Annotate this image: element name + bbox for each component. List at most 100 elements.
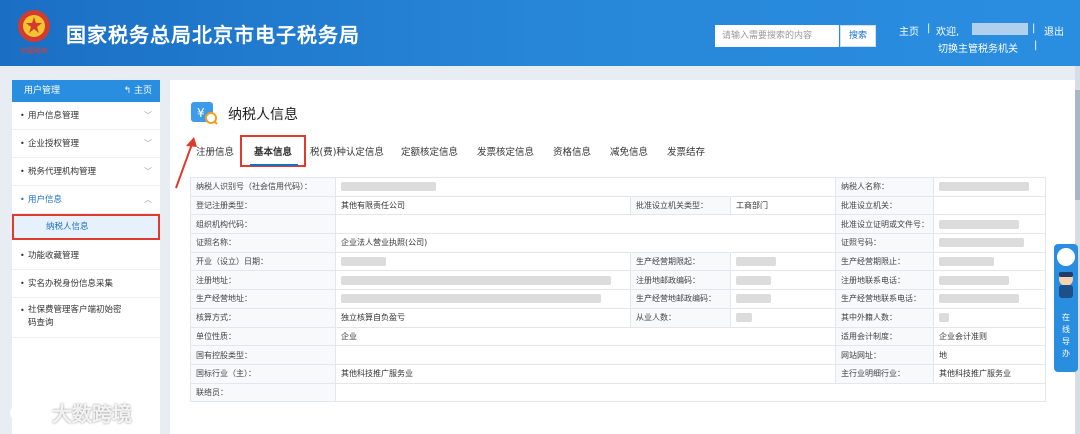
chevron-up-icon: ︿ <box>144 195 152 204</box>
redacted-value <box>736 294 771 304</box>
main-panel: ¥ 纳税人信息 注册信息 基本信息 税(费)种认定信息 定额核定信息 发票核定信… <box>170 80 1075 434</box>
field-value: 其他科技推广服务业 <box>334 363 837 384</box>
redacted-value <box>939 238 1025 248</box>
field-value <box>933 307 1047 328</box>
table-row: 单位性质： 企业 适用会计制度： 企业会计准则 <box>190 326 1047 347</box>
search-button[interactable]: 搜索 <box>840 25 876 47</box>
field-label: 从业人数： <box>630 307 731 328</box>
sidebar-item-favorites[interactable]: • 功能收藏管理 <box>12 242 160 270</box>
field-label: 证照号码： <box>835 233 935 253</box>
tab-exemption[interactable]: 减免信息 <box>610 144 648 158</box>
tab-tax-type[interactable]: 税(费)种认定信息 <box>310 144 384 158</box>
field-label: 主行业明细行业： <box>835 363 935 384</box>
svg-text:¥: ¥ <box>197 106 205 120</box>
field-label: 组织机构代码： <box>190 214 336 235</box>
field-label: 注册地邮政编码： <box>630 270 731 291</box>
table-row: 开业（设立）日期： 生产经营期限起： 生产经营期限止： <box>190 251 1047 272</box>
bullet-icon: • <box>20 279 25 288</box>
redacted-value <box>939 182 1030 192</box>
logout-link[interactable]: 退出 <box>1044 23 1064 38</box>
tab-qualification[interactable]: 资格信息 <box>553 144 591 158</box>
field-value <box>933 289 1047 309</box>
redacted-value <box>736 313 752 323</box>
sidebar-item-user-info[interactable]: • 用户信息 ︿ <box>12 186 160 214</box>
table-row: 组织机构代码： 批准设立证明或文件号： <box>190 214 1047 235</box>
tab-invoice-balance[interactable]: 发票结存 <box>667 144 705 158</box>
home-link[interactable]: 主页 <box>899 23 919 38</box>
bullet-icon: • <box>20 111 25 120</box>
tab-registration[interactable]: 注册信息 <box>196 144 234 158</box>
sidebar-item-enterprise-auth[interactable]: • 企业授权管理 ﹀ <box>12 130 160 158</box>
float-label: 导 <box>1062 337 1070 346</box>
sidebar-item-label: 企业授权管理 <box>28 139 80 149</box>
field-label: 登记注册类型： <box>190 195 336 216</box>
field-value <box>334 177 837 197</box>
scrollbar-thumb[interactable] <box>1075 90 1080 200</box>
field-label: 生产经营地邮政编码： <box>630 289 731 309</box>
redacted-value <box>341 294 601 304</box>
field-label: 证照名称： <box>190 233 336 253</box>
page-title: 纳税人信息 <box>228 107 298 123</box>
field-value <box>933 195 1047 216</box>
field-label: 批准设立机关类型： <box>630 195 731 216</box>
sidebar-item-tax-agency[interactable]: • 税务代理机构管理 ﹀ <box>12 158 160 186</box>
table-row: 注册地址： 注册地邮政编码： 注册地联系电话： <box>190 270 1047 291</box>
sidebar-header: 用户管理 ↰ 主页 <box>12 80 160 102</box>
field-label: 生产经营期限止： <box>835 251 935 272</box>
sidebar-item-label: 实名办税身份信息采集 <box>28 279 114 289</box>
field-label: 单位性质： <box>190 326 336 347</box>
chevron-down-icon: ﹀ <box>144 167 152 176</box>
username-redacted <box>972 23 1028 35</box>
bullet-icon: • <box>20 306 25 315</box>
field-value <box>933 251 1047 272</box>
back-arrow-icon: ↰ <box>123 86 132 96</box>
tab-quota[interactable]: 定额核定信息 <box>401 144 458 158</box>
table-row: 核算方式： 独立核算自负盈亏 从业人数： 其中外籍人数： <box>190 307 1047 328</box>
field-value: 其他科技推广服务业 <box>933 363 1047 384</box>
field-label: 核算方式： <box>190 307 336 328</box>
field-value <box>334 382 1047 403</box>
field-label: 生产经营地址： <box>190 289 336 309</box>
redacted-value <box>939 219 1020 229</box>
field-value <box>335 251 631 272</box>
sidebar-item-label: 用户信息 <box>28 195 63 205</box>
table-row: 登记注册类型： 其他有限责任公司 批准设立机关类型： 工商部门 批准设立机关： <box>190 195 1047 216</box>
tax-emblem-icon: 中国税务 <box>18 10 50 55</box>
redacted-value <box>736 257 776 267</box>
field-value <box>933 177 1047 197</box>
field-value: 地 <box>933 345 1047 365</box>
sidebar-item-label: 税务代理机构管理 <box>28 167 97 177</box>
field-value <box>335 270 631 291</box>
field-value: 企业会计准则 <box>933 326 1047 347</box>
field-value <box>335 289 631 309</box>
sidebar-item-label: 功能收藏管理 <box>28 251 80 261</box>
sidebar-subitem-taxpayer-info[interactable]: 纳税人信息 <box>12 214 160 240</box>
header-divider: | <box>1034 40 1038 51</box>
active-tab-underline <box>250 164 298 166</box>
table-row: 国标行业（主）： 其他科技推广服务业 主行业明细行业： 其他科技推广服务业 <box>190 363 1047 384</box>
active-tab-highlight <box>240 135 306 167</box>
sidebar-item-user-info-mgmt[interactable]: • 用户信息管理 ﹀ <box>12 102 160 130</box>
field-value <box>729 289 837 309</box>
switch-tax-authority-link[interactable]: 切换主管税务机关 <box>938 40 1018 55</box>
sidebar-item-realname-collect[interactable]: • 实名办税身份信息采集 <box>12 270 160 298</box>
tab-invoice-approval[interactable]: 发票核定信息 <box>477 144 534 158</box>
field-value <box>729 307 837 328</box>
field-value: 企业 <box>334 326 837 347</box>
search-input[interactable]: 请输入需要搜索的内容 <box>715 25 839 47</box>
table-row: 生产经营地址： 生产经营地邮政编码： 生产经营地联系电话： <box>190 289 1047 309</box>
robot-assistant-icon <box>1059 272 1073 298</box>
header-divider: | <box>1032 23 1036 34</box>
float-label: 在 <box>1062 313 1070 322</box>
float-label: 办 <box>1062 349 1070 358</box>
online-guide-widget[interactable]: 在 线 导 办 <box>1054 244 1078 372</box>
sidebar-item-social-security-pwd[interactable]: • 社保费管理客户端初始密码查询 <box>12 298 160 338</box>
field-value: 独立核算自负盈亏 <box>335 307 631 328</box>
sidebar-home-link[interactable]: ↰ 主页 <box>124 80 152 102</box>
bullet-icon: • <box>20 167 25 176</box>
float-label: 线 <box>1062 325 1070 334</box>
watermark-logo-icon <box>10 403 39 421</box>
field-value <box>334 214 837 235</box>
field-value <box>729 270 837 291</box>
sidebar-title: 用户管理 <box>24 86 61 96</box>
